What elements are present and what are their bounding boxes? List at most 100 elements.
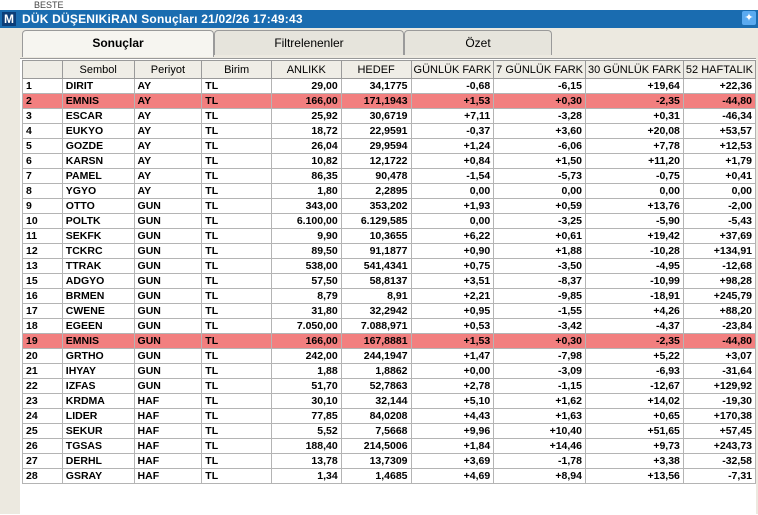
table-cell: 1,4685 <box>340 468 412 484</box>
table-row[interactable]: 1 DIRIT AY TL 29,00 34,1775 -0,68 -6,15 +19,64 +2… <box>22 78 757 94</box>
table-cell: 18 <box>22 318 63 334</box>
table-cell: +0,84 <box>410 153 495 169</box>
table-row[interactable]: 26 TGSAS HAF TL 188,40 214,5006 +1,84 +14,46 +9,… <box>22 438 757 454</box>
window-titlebar[interactable]: M DÜK DÜŞENIKiRAN Sonuçları 21/02/26 17:… <box>0 10 758 28</box>
table-cell: -0,68 <box>410 78 495 94</box>
table-cell: -46,34 <box>682 108 757 124</box>
tab-sonuclar[interactable]: Sonuçlar <box>22 30 214 57</box>
table-cell: GUN <box>133 213 203 229</box>
table-cell: 1,80 <box>270 183 342 199</box>
table-cell: +3,38 <box>584 453 684 469</box>
twitter-icon[interactable]: ✦ <box>742 11 756 25</box>
table-row[interactable]: 18 EGEEN GUN TL 7.050,00 7.088,971 +0,53 -3,42-… <box>22 318 757 334</box>
table-cell: +0,30 <box>493 93 586 109</box>
table-cell: TL <box>201 303 272 319</box>
table-cell: 32,144 <box>340 393 412 409</box>
table-cell: 10,82 <box>270 153 342 169</box>
table-cell: 84,0208 <box>340 408 412 424</box>
table-row[interactable]: 16 BRMEN GUN TL 8,79 8,91 +2,21 -9,85 -18,91 +245… <box>22 288 757 304</box>
column-header-6[interactable]: GÜNLÜK FARK <box>410 60 495 79</box>
table-row[interactable]: 9 OTTO GUN TL 343,00 353,202 +1,93 +0,59 +13,76-… <box>22 198 757 214</box>
table-cell: 13,7309 <box>340 453 412 469</box>
table-cell: AY <box>133 93 203 109</box>
table-row[interactable]: 2 EMNIS AY TL 166,00 171,1943 +1,53 +0,30 -2,35-… <box>22 93 757 109</box>
table-cell: -6,93 <box>584 363 684 379</box>
table-row[interactable]: 3 ESCAR AY TL 25,92 30,6719 +7,11 -3,28 +0,31 -46… <box>22 108 757 124</box>
table-cell: EMNIS <box>61 93 135 109</box>
table-cell: +13,56 <box>584 468 684 484</box>
table-cell: 26 <box>22 438 63 454</box>
table-row[interactable]: 19 EMNIS GUN TL 166,00 167,8881 +1,53 +0,30 -2,3… <box>22 333 757 349</box>
results-grid[interactable]: Sembol Periyot Birim ANLIKK HEDEF GÜNLÜK FARK… <box>20 58 757 515</box>
table-cell: TGSAS <box>61 438 135 454</box>
table-cell: +3,51 <box>410 273 495 289</box>
column-header-4[interactable]: ANLIKK <box>270 60 342 79</box>
column-header-9[interactable]: 52 HAFTALIK <box>682 60 757 79</box>
table-cell: +170,38 <box>682 408 757 424</box>
table-cell: TL <box>201 123 272 139</box>
table-cell: TL <box>201 348 272 364</box>
table-cell: 28 <box>22 468 63 484</box>
table-cell: GUN <box>133 288 203 304</box>
table-cell: +5,10 <box>410 393 495 409</box>
table-cell: +13,76 <box>584 198 684 214</box>
column-header-8[interactable]: 30 GÜNLÜK FARK <box>584 60 684 79</box>
table-cell: AY <box>133 138 203 154</box>
table-row[interactable]: 21 IHYAY GUN TL 1,88 1,8862 +0,00 -3,09 -6,93 -31… <box>22 363 757 379</box>
table-row[interactable]: 6 KARSN AY TL 10,82 12,1722 +0,84 +1,50 +11,20 +1… <box>22 153 757 169</box>
table-cell: 6 <box>22 153 63 169</box>
table-cell: +4,26 <box>584 303 684 319</box>
table-cell: 22,9591 <box>340 123 412 139</box>
table-cell: 91,1877 <box>340 243 412 259</box>
table-cell: GUN <box>133 333 203 349</box>
table-row[interactable]: 22 IZFAS GUN TL 51,70 52,7863 +2,78 -1,15 -12,67… <box>22 378 757 394</box>
table-row[interactable]: 17 CWENE GUN TL 31,80 32,2942 +0,95 -1,55 +4,26 +… <box>22 303 757 319</box>
table-cell: TL <box>201 138 272 154</box>
table-row[interactable]: 13 TTRAK GUN TL 538,00 541,4341 +0,75 -3,50 -4,9… <box>22 258 757 274</box>
table-cell: 26,04 <box>270 138 342 154</box>
table-cell: 0,00 <box>584 183 684 199</box>
table-cell: 10,3655 <box>340 228 412 244</box>
table-row[interactable]: 5 GOZDE AY TL 26,04 29,9594 +1,24 -6,06 +7,78 +12… <box>22 138 757 154</box>
table-cell: GUN <box>133 198 203 214</box>
table-cell: TL <box>201 258 272 274</box>
table-cell: IZFAS <box>61 378 135 394</box>
table-row[interactable]: 23 KRDMA HAF TL 30,10 32,144 +5,10 +1,62 +14,02-… <box>22 393 757 409</box>
column-header-5[interactable]: HEDEF <box>340 60 412 79</box>
table-row[interactable]: 11 SEKFK GUN TL 9,90 10,3655 +6,22 +0,61 +19,42 +… <box>22 228 757 244</box>
table-row[interactable]: 20 GRTHO GUN TL 242,00 244,1947 +1,47 -7,98 +5,2… <box>22 348 757 364</box>
table-row[interactable]: 10 POLTK GUN TL 6.100,00 6.129,585 0,00 -3,25 -5… <box>22 213 757 229</box>
table-cell: 10 <box>22 213 63 229</box>
table-cell: 25,92 <box>270 108 342 124</box>
column-header-2[interactable]: Periyot <box>133 60 203 79</box>
table-row[interactable]: 24 LIDER HAF TL 77,85 84,0208 +4,43 +1,63 +0,65 +… <box>22 408 757 424</box>
table-cell: +0,53 <box>410 318 495 334</box>
table-cell: DIRIT <box>61 78 135 94</box>
table-cell: 0,00 <box>493 183 586 199</box>
table-cell: TL <box>201 273 272 289</box>
table-row[interactable]: 25 SEKUR HAF TL 5,52 7,5668 +9,96 +10,40 +51,65 +… <box>22 423 757 439</box>
table-row[interactable]: 12 TCKRC GUN TL 89,50 91,1877 +0,90 +1,88 -10,28… <box>22 243 757 259</box>
table-row[interactable]: 7 PAMEL AY TL 86,35 90,478 -1,54 -5,73 -0,75 +0,4… <box>22 168 757 184</box>
column-header-0[interactable] <box>22 60 63 79</box>
column-header-7[interactable]: 7 GÜNLÜK FARK <box>493 60 586 79</box>
table-row[interactable]: 8 YGYO AY TL 1,80 2,2895 0,00 0,00 0,00 0,00 <box>22 183 757 199</box>
column-header-3[interactable]: Birim <box>201 60 272 79</box>
table-cell: TL <box>201 168 272 184</box>
table-cell: +134,91 <box>682 243 757 259</box>
table-cell: -32,58 <box>682 453 757 469</box>
table-row[interactable]: 15 ADGYO GUN TL 57,50 58,8137 +3,51 -8,37 -10,99… <box>22 273 757 289</box>
table-cell: +53,57 <box>682 123 757 139</box>
table-cell: +0,90 <box>410 243 495 259</box>
table-cell: 17 <box>22 303 63 319</box>
tab-ozet[interactable]: Özet <box>404 30 552 55</box>
table-cell: TL <box>201 318 272 334</box>
table-row[interactable]: 28 GSRAY HAF TL 1,34 1,4685 +4,69 +8,94 +13,56 -7… <box>22 468 757 484</box>
table-cell: 1,34 <box>270 468 342 484</box>
table-cell: -1,15 <box>493 378 586 394</box>
column-header-1[interactable]: Sembol <box>61 60 135 79</box>
table-cell: +4,43 <box>410 408 495 424</box>
table-row[interactable]: 27 DERHL HAF TL 13,78 13,7309 +3,69 -1,78 +3,38-… <box>22 453 757 469</box>
tab-filtrelenenler[interactable]: Filtrelenenler <box>214 30 404 55</box>
table-row[interactable]: 4 EUKYO AY TL 18,72 22,9591 -0,37 +3,60 +20,08 +5… <box>22 123 757 139</box>
